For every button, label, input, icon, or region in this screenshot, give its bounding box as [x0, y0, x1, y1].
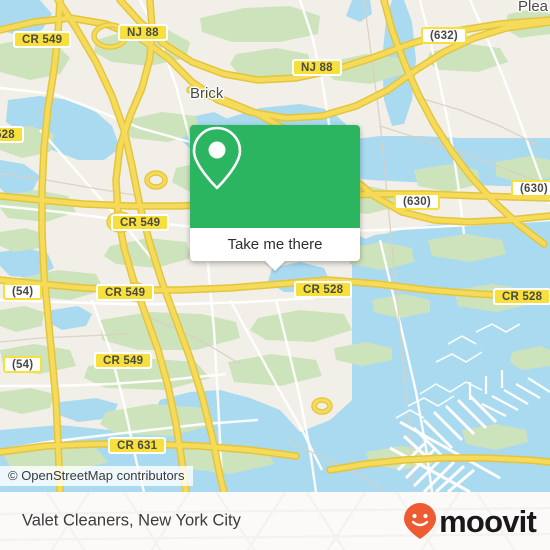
popup-tail	[264, 260, 286, 271]
road-shield-cr-549[interactable]: CR 549	[96, 284, 155, 301]
road-shield-54[interactable]: (54)	[3, 356, 43, 373]
road-shield-632[interactable]: (632)	[421, 27, 467, 44]
moovit-logo[interactable]: moovit	[403, 502, 537, 540]
road-shield-cr-549[interactable]: CR 549	[94, 352, 153, 369]
place-label-brick: Brick	[190, 85, 224, 102]
road-shield-nj-88[interactable]: NJ 88	[292, 59, 342, 76]
moovit-wordmark: moovit	[439, 503, 537, 539]
road-shield-cr-528[interactable]: CR 528	[493, 288, 550, 305]
road-shield-cr-631[interactable]: CR 631	[108, 437, 167, 454]
location-popup[interactable]: Take me there	[190, 125, 360, 271]
road-shield-nj-88[interactable]: NJ 88	[118, 24, 168, 41]
osm-attribution[interactable]: © OpenStreetMap contributors	[0, 466, 193, 486]
popup-header	[190, 125, 360, 228]
map-screenshot: Brick Plea CR 549 NJ 88 NJ 88 (632) 528 …	[0, 0, 550, 550]
road-shield-cr-549[interactable]: CR 549	[111, 214, 170, 231]
moovit-smiley-pin-icon	[404, 503, 437, 539]
footer-bar: Valet Cleaners, New York City moovit	[0, 492, 550, 550]
road-shield-54[interactable]: (54)	[3, 283, 43, 300]
popup-footer[interactable]: Take me there	[190, 228, 360, 271]
location-title: Valet Cleaners, New York City	[22, 511, 241, 530]
take-me-there-label: Take me there	[227, 236, 323, 253]
road-shield-cr-528[interactable]: CR 528	[294, 281, 353, 298]
road-shield-cr-549[interactable]: CR 549	[13, 31, 72, 48]
location-pin-icon	[192, 126, 242, 190]
place-label-pleasant: Plea	[518, 0, 549, 15]
map-canvas[interactable]: Brick Plea CR 549 NJ 88 NJ 88 (632) 528 …	[0, 0, 550, 492]
road-shield-630[interactable]: (630)	[394, 193, 440, 210]
road-shield-528[interactable]: 528	[0, 126, 24, 143]
road-shield-630[interactable]: (630)	[511, 180, 550, 197]
